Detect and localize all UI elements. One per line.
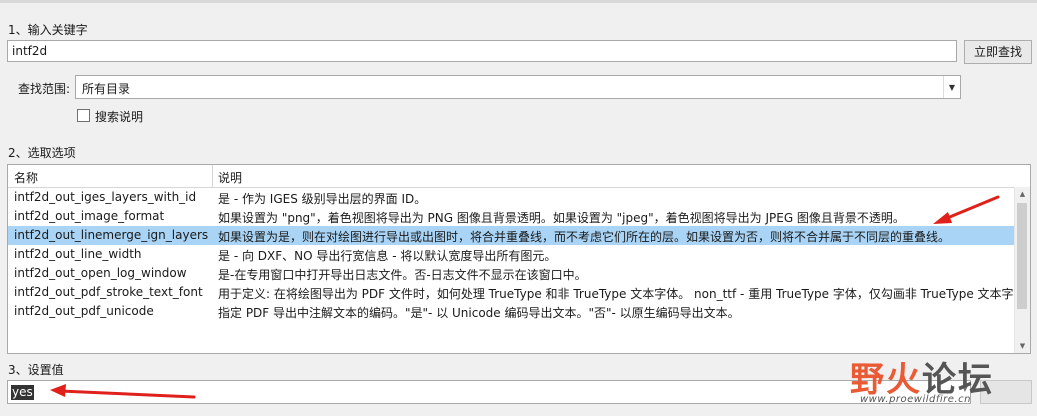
row-description: 是 - 向 DXF、NO 导出行宽信息 - 将以默认宽度导出所有图元。: [218, 249, 557, 263]
table-row[interactable]: intf2d_out_pdf_unicode 指定 PDF 导出中注解文本的编码…: [8, 302, 1014, 321]
keyword-input[interactable]: intf2d: [7, 40, 957, 62]
value-action-button[interactable]: [980, 380, 1032, 404]
table-row[interactable]: intf2d_out_open_log_window 是-在专用窗口中打开导出日…: [8, 264, 1014, 283]
row-description: 用于定义: 在将绘图导出为 PDF 文件时，如何处理 TrueType 和非 T…: [218, 287, 1014, 301]
search-description-checkbox[interactable]: [77, 109, 90, 122]
top-border: [0, 0, 1037, 3]
row-name: intf2d_out_pdf_unicode: [14, 304, 154, 318]
scrollbar-thumb[interactable]: [1017, 203, 1027, 309]
scroll-up-icon[interactable]: ▲: [1015, 187, 1030, 201]
search-description-label: 搜索说明: [95, 110, 144, 124]
scope-label: 查找范围:: [18, 82, 71, 96]
row-description: 如果设置为 "png"，着色视图将导出为 PNG 图像且背景透明。如果设置为 "…: [218, 211, 905, 225]
scope-select-value: 所有目录: [82, 82, 131, 96]
row-description: 是-在专用窗口中打开导出日志文件。否-日志文件不显示在该窗口中。: [218, 268, 587, 282]
section-keyword-label: 1、输入关键字: [8, 23, 88, 37]
table-row[interactable]: intf2d_out_pdf_stroke_text_font 用于定义: 在将…: [8, 283, 1014, 302]
chevron-down-icon[interactable]: ▼: [962, 384, 968, 393]
scope-select[interactable]: 所有目录 ▼: [75, 75, 961, 99]
row-name: intf2d_out_iges_layers_with_id: [14, 190, 197, 204]
table-vertical-scrollbar[interactable]: ▲ ▼: [1014, 187, 1030, 353]
section-options-label: 2、选取选项: [8, 146, 76, 160]
value-selected-text: yes: [11, 385, 34, 400]
row-description: 指定 PDF 导出中注解文本的编码。"是"- 以 Unicode 编码导出文本。…: [218, 306, 740, 320]
row-name: intf2d_out_open_log_window: [14, 266, 187, 280]
row-description: 是 - 作为 IGES 级别导出层的界面 ID。: [218, 192, 427, 206]
row-name: intf2d_out_pdf_stroke_text_font: [14, 285, 203, 299]
scroll-down-icon[interactable]: ▼: [1015, 339, 1030, 353]
section-value-label: 3、设置值: [8, 363, 64, 377]
row-name: intf2d_out_linemerge_ign_layers: [14, 228, 209, 242]
table-header: 名称 说明: [8, 165, 1030, 188]
table-row[interactable]: intf2d_out_image_format 如果设置为 "png"，着色视图…: [8, 207, 1014, 226]
row-name: intf2d_out_image_format: [14, 209, 165, 223]
table-row[interactable]: intf2d_out_line_width 是 - 向 DXF、NO 导出行宽信…: [8, 245, 1014, 264]
column-header-name[interactable]: 名称: [14, 169, 38, 186]
row-description: 如果设置为是，则在对绘图进行导出或出图时，将合并重叠线，而不考虑它们所在的层。如…: [218, 230, 951, 244]
chevron-down-icon[interactable]: ▼: [943, 76, 960, 98]
column-divider[interactable]: [212, 165, 213, 187]
search-now-button[interactable]: 立即查找: [964, 40, 1032, 64]
value-combobox[interactable]: yes ▼: [7, 380, 971, 404]
table-row-selected[interactable]: intf2d_out_linemerge_ign_layers 如果设置为是，则…: [8, 226, 1014, 245]
table-row[interactable]: intf2d_out_iges_layers_with_id 是 - 作为 IG…: [8, 188, 1014, 207]
row-name: intf2d_out_line_width: [14, 247, 142, 261]
options-table: 名称 说明 intf2d_out_iges_layers_with_id 是 -…: [7, 164, 1031, 354]
column-header-description[interactable]: 说明: [218, 169, 242, 186]
keyword-input-value: intf2d: [12, 44, 48, 58]
